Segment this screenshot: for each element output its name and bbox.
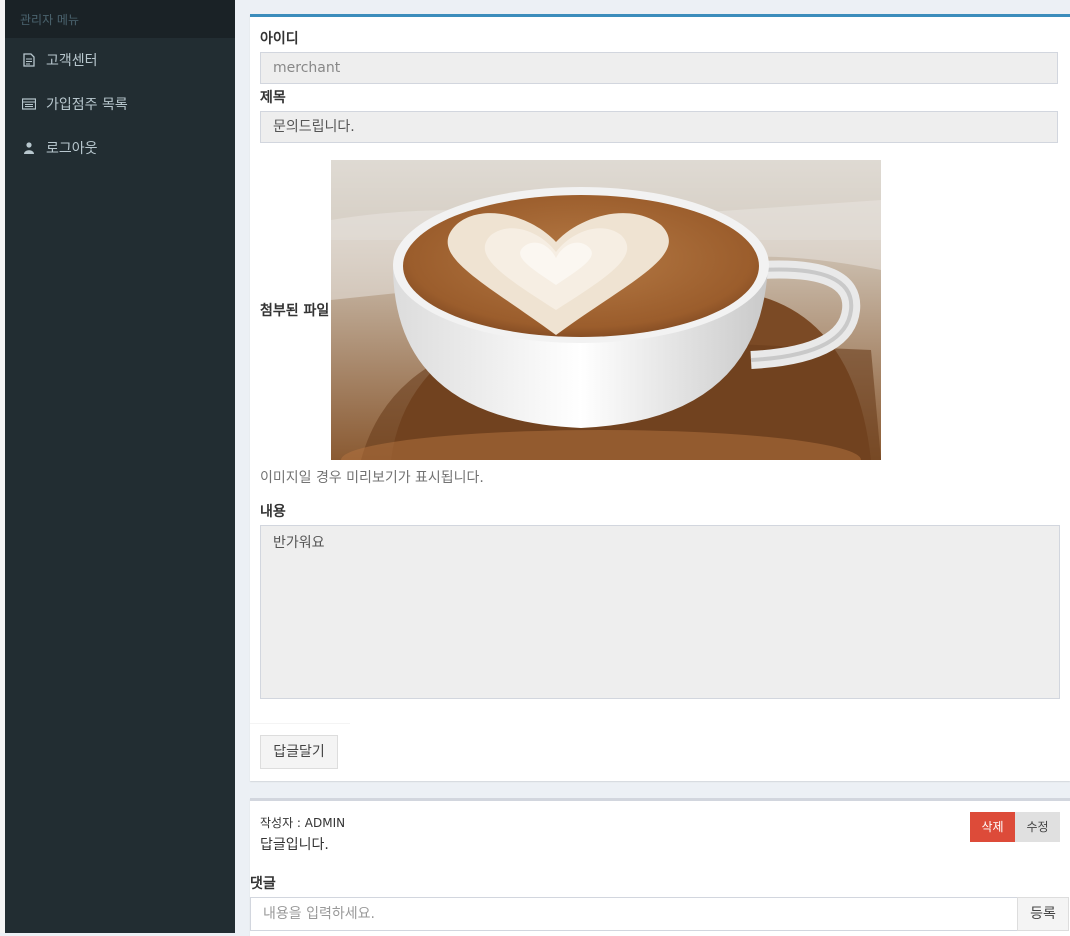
reply-text: 답글입니다.	[260, 837, 329, 853]
title-label: 제목	[260, 90, 286, 106]
reply-button[interactable]: 답글달기	[260, 735, 338, 769]
sidebar: 관리자 메뉴 고객센터 가입점주 목록 로그아웃	[5, 0, 235, 933]
sidebar-item-customer-center[interactable]: 고객센터	[5, 38, 235, 82]
post-detail-box: 아이디 merchant 제목 문의드립니다. 첨부된 파일 이미지일 경우 미…	[250, 14, 1070, 781]
divider	[250, 723, 350, 724]
user-icon	[22, 141, 36, 155]
sidebar-item-label: 가입점주 목록	[46, 97, 128, 113]
content-label: 내용	[260, 504, 286, 520]
file-text-icon	[22, 53, 36, 67]
sidebar-item-logout[interactable]: 로그아웃	[5, 126, 235, 170]
comment-label: 댓글	[250, 876, 276, 892]
edit-button[interactable]: 수정	[1015, 812, 1060, 842]
list-icon	[22, 97, 36, 111]
title-field[interactable]: 문의드립니다.	[260, 111, 1058, 143]
attachment-help-text: 이미지일 경우 미리보기가 표시됩니다.	[260, 470, 484, 486]
comment-input[interactable]: 내용을 입력하세요.	[250, 897, 1018, 931]
sidebar-item-label: 고객센터	[46, 53, 98, 69]
id-label: 아이디	[260, 31, 299, 47]
sidebar-item-label: 로그아웃	[46, 141, 98, 157]
reply-writer: 작성자 : ADMIN	[260, 816, 346, 830]
attachment-preview-image[interactable]	[331, 160, 881, 460]
sidebar-item-merchant-list[interactable]: 가입점주 목록	[5, 82, 235, 126]
delete-button[interactable]: 삭제	[970, 812, 1015, 842]
content-textarea[interactable]: 반가워요	[260, 525, 1060, 699]
attachment-label: 첨부된 파일	[260, 303, 330, 319]
sidebar-header: 관리자 메뉴	[5, 0, 235, 38]
id-field[interactable]: merchant	[260, 52, 1058, 84]
submit-comment-button[interactable]: 등록	[1017, 897, 1069, 931]
